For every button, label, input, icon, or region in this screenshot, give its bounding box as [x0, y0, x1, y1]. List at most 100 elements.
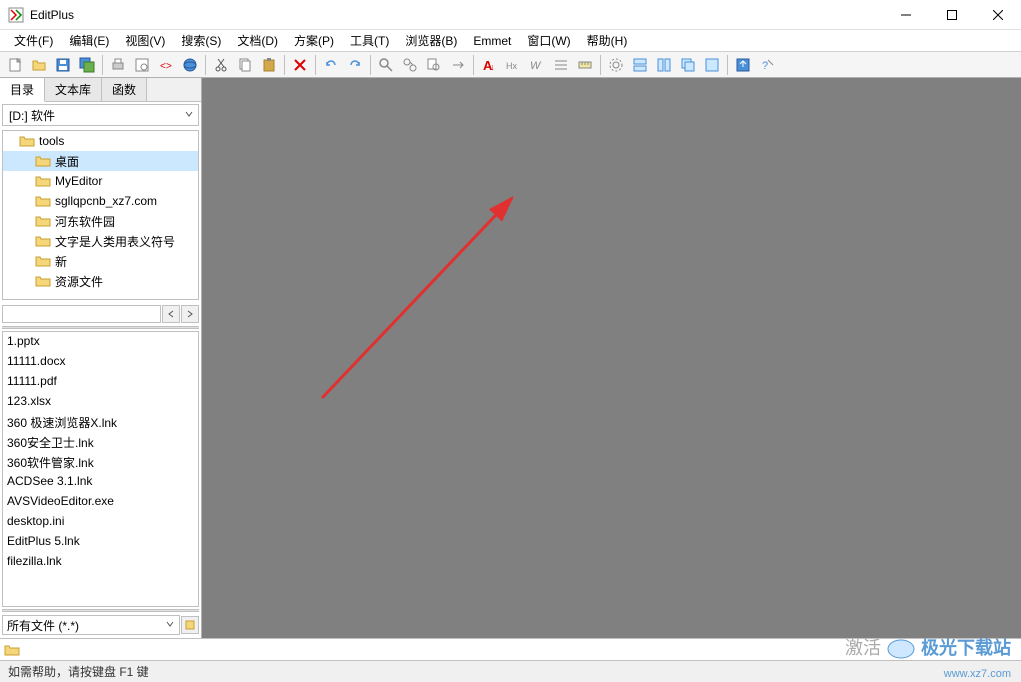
- tree-item[interactable]: 新: [3, 251, 198, 271]
- tab-directory[interactable]: 目录: [0, 78, 45, 102]
- paste-icon[interactable]: [258, 54, 280, 76]
- tab-function[interactable]: 函数: [102, 78, 147, 101]
- window-cascade-icon[interactable]: [677, 54, 699, 76]
- toolbar-separator: [315, 55, 316, 75]
- html-icon[interactable]: <>: [155, 54, 177, 76]
- replace-icon[interactable]: [399, 54, 421, 76]
- menu-file[interactable]: 文件(F): [6, 30, 61, 51]
- delete-icon[interactable]: [289, 54, 311, 76]
- close-button[interactable]: [975, 0, 1021, 30]
- file-item[interactable]: 360安全卫士.lnk: [3, 432, 198, 452]
- menu-edit[interactable]: 编辑(E): [61, 30, 117, 51]
- ruler-icon[interactable]: [574, 54, 596, 76]
- folder-icon: [35, 254, 51, 268]
- folder-label: 河东软件园: [55, 213, 115, 230]
- tree-item[interactable]: sgllqpcnb_xz7.com: [3, 191, 198, 211]
- find-in-files-icon[interactable]: [423, 54, 445, 76]
- file-item[interactable]: 360 极速浏览器X.lnk: [3, 412, 198, 432]
- settings-icon[interactable]: [605, 54, 627, 76]
- folder-icon: [19, 134, 35, 148]
- file-item[interactable]: 11111.docx: [3, 352, 198, 372]
- chevron-down-icon: [165, 618, 175, 632]
- file-item[interactable]: filezilla.lnk: [3, 552, 198, 572]
- save-icon[interactable]: [52, 54, 74, 76]
- file-item[interactable]: 123.xlsx: [3, 392, 198, 412]
- nav-forward-icon[interactable]: [181, 305, 199, 323]
- file-item[interactable]: 1.pptx: [3, 332, 198, 352]
- undo-icon[interactable]: [320, 54, 342, 76]
- split-bar[interactable]: [2, 326, 199, 329]
- window-controls: [883, 0, 1021, 30]
- tree-item[interactable]: 文字是人类用表义符号: [3, 231, 198, 251]
- tab-cliptext[interactable]: 文本库: [45, 78, 102, 101]
- titlebar: EditPlus: [0, 0, 1021, 30]
- file-item[interactable]: EditPlus 5.lnk: [3, 532, 198, 552]
- browser-icon[interactable]: [179, 54, 201, 76]
- file-item[interactable]: AVSVideoEditor.exe: [3, 492, 198, 512]
- maximize-button[interactable]: [929, 0, 975, 30]
- drive-select[interactable]: [D:] 软件: [2, 104, 199, 126]
- upload-icon[interactable]: [732, 54, 754, 76]
- find-icon[interactable]: [375, 54, 397, 76]
- folder-label: 桌面: [55, 153, 79, 170]
- path-input[interactable]: [2, 305, 161, 323]
- main: 目录 文本库 函数 [D:] 软件 tools 桌面 MyEditor sgllqpc…: [0, 78, 1021, 638]
- menu-view[interactable]: 视图(V): [117, 30, 173, 51]
- menubar: 文件(F) 编辑(E) 视图(V) 搜索(S) 文档(D) 方案(P) 工具(T…: [0, 30, 1021, 52]
- folder-icon: [35, 214, 51, 228]
- filter-config-icon[interactable]: [181, 616, 199, 634]
- minimize-button[interactable]: [883, 0, 929, 30]
- hex-icon[interactable]: Hx: [502, 54, 524, 76]
- menu-help[interactable]: 帮助(H): [579, 30, 636, 51]
- tree-item[interactable]: MyEditor: [3, 171, 198, 191]
- line-number-icon[interactable]: [550, 54, 572, 76]
- menu-tools[interactable]: 工具(T): [342, 30, 397, 51]
- goto-icon[interactable]: [447, 54, 469, 76]
- svg-text:>: >: [166, 61, 172, 72]
- chevron-down-icon: [184, 108, 194, 122]
- toolbar-separator: [284, 55, 285, 75]
- word-wrap-icon[interactable]: W: [526, 54, 548, 76]
- menu-document[interactable]: 文档(D): [229, 30, 286, 51]
- window-maximize-icon[interactable]: [701, 54, 723, 76]
- folder-icon: [35, 234, 51, 248]
- print-icon[interactable]: [107, 54, 129, 76]
- folder-icon: [4, 643, 20, 657]
- tree-item[interactable]: 河东软件园: [3, 211, 198, 231]
- menu-browser[interactable]: 浏览器(B): [397, 30, 465, 51]
- file-item[interactable]: 11111.pdf: [3, 372, 198, 392]
- help-icon[interactable]: ?: [756, 54, 778, 76]
- svg-text:?: ?: [762, 60, 768, 72]
- folder-tree[interactable]: tools 桌面 MyEditor sgllqpcnb_xz7.com 河东软件园文字是…: [2, 130, 199, 300]
- toolbar-separator: [600, 55, 601, 75]
- save-all-icon[interactable]: [76, 54, 98, 76]
- print-preview-icon[interactable]: [131, 54, 153, 76]
- cut-icon[interactable]: [210, 54, 232, 76]
- filter-select[interactable]: 所有文件 (*.*): [2, 615, 180, 635]
- folder-label: MyEditor: [55, 174, 102, 188]
- menu-search[interactable]: 搜索(S): [173, 30, 229, 51]
- new-file-icon[interactable]: [4, 54, 26, 76]
- tree-item[interactable]: tools: [3, 131, 198, 151]
- file-list[interactable]: 1.pptx11111.docx11111.pdf123.xlsx360 极速浏…: [2, 331, 199, 607]
- open-file-icon[interactable]: [28, 54, 50, 76]
- file-item[interactable]: 360软件管家.lnk: [3, 452, 198, 472]
- menu-project[interactable]: 方案(P): [286, 30, 342, 51]
- tree-item[interactable]: 资源文件: [3, 271, 198, 291]
- arrow-annotation: [312, 188, 542, 408]
- toolbar-separator: [102, 55, 103, 75]
- nav-back-icon[interactable]: [162, 305, 180, 323]
- statusbar-help: 如需帮助，请按键盘 F1 键: [8, 663, 149, 680]
- editor-area: [202, 78, 1021, 638]
- file-item[interactable]: ACDSee 3.1.lnk: [3, 472, 198, 492]
- tree-item[interactable]: 桌面: [3, 151, 198, 171]
- menu-emmet[interactable]: Emmet: [465, 32, 519, 50]
- font-icon[interactable]: A↓: [478, 54, 500, 76]
- split-bar[interactable]: [2, 609, 199, 612]
- window-vertical-icon[interactable]: [653, 54, 675, 76]
- redo-icon[interactable]: [344, 54, 366, 76]
- window-horizontal-icon[interactable]: [629, 54, 651, 76]
- copy-icon[interactable]: [234, 54, 256, 76]
- menu-window[interactable]: 窗口(W): [519, 30, 578, 51]
- file-item[interactable]: desktop.ini: [3, 512, 198, 532]
